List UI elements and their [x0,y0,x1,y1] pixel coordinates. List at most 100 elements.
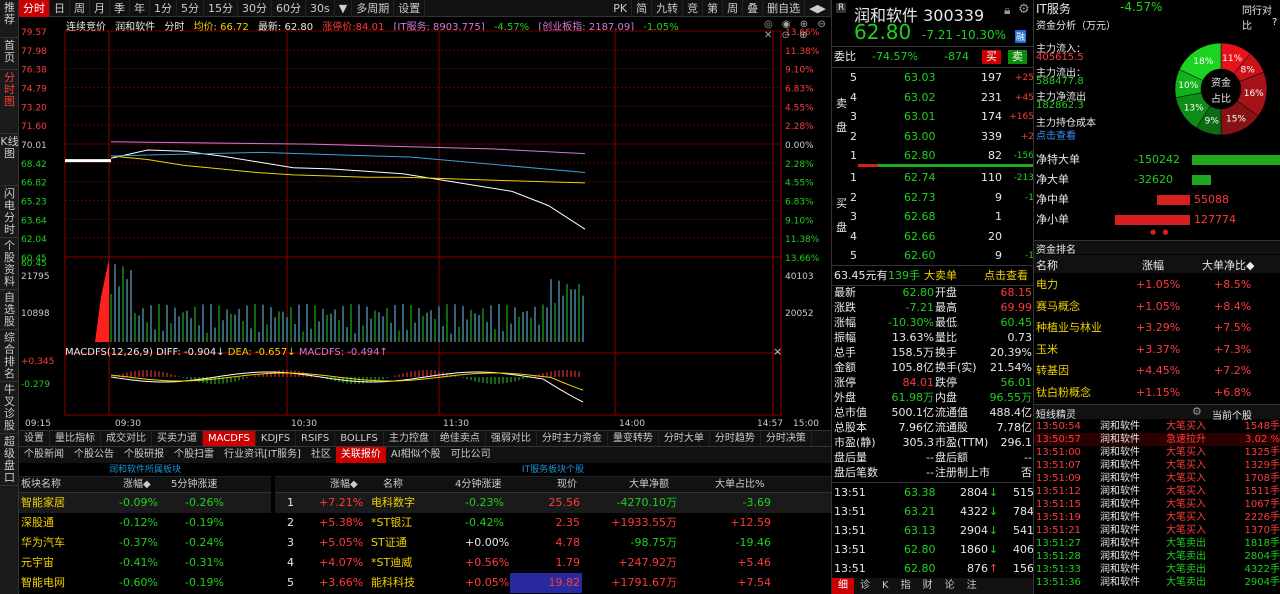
spirit-row[interactable]: 13:51:36 润和软件 大笔卖出 2904手 [1034,576,1280,589]
quote-bottom-tab[interactable]: 财 [917,578,939,594]
leftnav-item[interactable]: 分时图 [0,70,19,134]
info-tab[interactable]: 可比公司 [446,447,496,463]
leftnav-item[interactable]: 个股资料 [0,238,19,290]
period-tab[interactable]: 日 [50,0,70,17]
indicator-tab[interactable]: 分时决策 [761,431,812,446]
spirit-row[interactable]: 13:51:28 润和软件 大笔卖出 2804手 [1034,550,1280,563]
big-order-link[interactable]: 点击查看 [984,266,1028,286]
buy-level-row[interactable]: 2 62.73 9 -1 [832,188,1034,208]
spirit-row[interactable]: 13:51:00 润和软件 大笔买入 1325手 [1034,446,1280,459]
pager-dots[interactable]: ● ● [1150,228,1170,236]
indicator-tab[interactable]: 成交对比 [101,431,152,446]
chart-canvas[interactable]: 79.57 13.66% 77.98 11.38% 76.38 9.10% 74.79 6.8… [19,17,831,430]
stock-col-speed[interactable]: 4分钟涨速 [455,477,501,493]
toolbar-right-item[interactable]: PK [609,0,633,17]
buy-level-row[interactable]: 1 62.74 110 -213 [832,168,1034,188]
sell-level-row[interactable]: 4 63.02 231 +45 [832,88,1034,108]
leftnav-item[interactable]: 自选股 [0,290,19,330]
close-macd-icon[interactable]: × [773,345,782,358]
toolbar-right-item[interactable]: 简 [632,0,653,17]
info-tab[interactable]: 个股新闻 [19,447,69,463]
table-row[interactable]: 4 +4.07% *ST迪威 +0.56% 1.79 +247.92万 +5.46 [275,553,831,573]
quote-bottom-tab[interactable]: 论 [939,578,961,594]
period-tab[interactable]: 多周期 [352,0,395,17]
period-tab[interactable]: 季 [110,0,130,17]
buy-level-row[interactable]: 3 62.68 1 [832,207,1034,227]
leftnav-item[interactable]: 推荐 [0,0,19,38]
indicator-tab[interactable]: 强弱对比 [486,431,537,446]
info-tab[interactable]: 个股公告 [69,447,119,463]
stock-col-ratio[interactable]: 大单占比% [715,477,765,493]
quote-bottom-tab[interactable]: 细 [832,578,854,594]
spirit-settings-icon[interactable]: ⚙ [1192,405,1202,418]
spirit-row[interactable]: 13:51:12 润和软件 大笔买入 1511手 [1034,485,1280,498]
leftnav-item[interactable]: 超级盘口 [0,434,19,486]
table-row[interactable]: 5 +3.66% 能科科技 +0.05% 19.82 +1791.67万 +7.54 [275,573,831,593]
toolbar-right-item[interactable]: 叠 [743,0,764,17]
period-tab[interactable]: 30s [306,0,335,17]
table-row[interactable]: 智能家居 -0.09% -0.26% [19,493,271,513]
period-tab[interactable]: 1分 [150,0,177,17]
info-tab[interactable]: 关联报价 [335,447,386,463]
spirit-row[interactable]: 13:51:09 润和软件 大笔买入 1708手 [1034,472,1280,485]
table-row[interactable]: 深股通 -0.12% -0.19% [19,513,271,533]
indicator-tab[interactable]: 分时大单 [659,431,710,446]
period-tab[interactable]: 分时 [19,0,50,17]
leftnav-item[interactable]: 综合排名 [0,330,19,382]
period-tab[interactable]: 30分 [238,0,272,17]
rank-row[interactable]: 转基因 +4.45% +7.2% [1034,360,1280,381]
spirit-row[interactable]: 13:51:19 润和软件 大笔买入 2226手 [1034,511,1280,524]
rank-row[interactable]: 钛白粉概念 +1.15% +6.8% [1034,382,1280,403]
sell-level-row[interactable]: 5 63.03 197 +25 [832,68,1034,88]
indicator-tab[interactable]: 量比指标 [50,431,101,446]
help-icon[interactable]: ? [1272,17,1277,28]
spirit-row[interactable]: 13:51:07 润和软件 大笔买入 1329手 [1034,459,1280,472]
indicator-tab[interactable]: 量变转势 [608,431,659,446]
buy-level-row[interactable]: 5 62.60 9 -1 [832,246,1034,266]
info-tab[interactable]: 社区 [306,447,336,463]
sell-level-row[interactable]: 3 63.01 174 +165 [832,107,1034,127]
period-tab[interactable]: 月 [90,0,110,17]
info-tab[interactable]: 行业资讯[IT服务] [219,447,306,463]
stock-col-chg[interactable]: 涨幅◆ [330,477,358,493]
period-tab[interactable]: 5分 [177,0,204,17]
stock-col-net[interactable]: 大单净额 [629,477,669,493]
indicator-tab[interactable]: 设置 [19,431,50,446]
chart-tool-icons[interactable]: ◎ ◉ ⊕ ⊖ ✕ ⊙ ⊕ [764,19,831,41]
period-tab[interactable]: 年 [130,0,150,17]
sector-col-name[interactable]: 板块名称 [21,477,61,493]
rank-row[interactable]: 种植业与林业 +3.29% +7.5% [1034,317,1280,338]
rank-col-chg[interactable]: 涨幅 [1142,257,1164,273]
table-row[interactable]: 3 +5.05% ST证通 +0.00% 4.78 -98.75万 -19.46 [275,533,831,553]
buy-level-row[interactable]: 4 62.66 20 [832,227,1034,247]
rank-col-name[interactable]: 名称 [1036,257,1058,273]
spirit-row[interactable]: 13:50:57 润和软件 急速拉升 3.02 % [1034,433,1280,446]
sell-level-row[interactable]: 2 63.00 339 +2 [832,127,1034,147]
indicator-tab[interactable]: 分时趋势 [710,431,761,446]
indicator-tab[interactable]: 买卖力道 [152,431,203,446]
stock-col-name[interactable]: 名称 [383,477,403,493]
leftnav-item[interactable]: 牛叉诊股 [0,382,19,434]
spirit-row[interactable]: 13:51:27 润和软件 大笔卖出 1818手 [1034,537,1280,550]
table-row[interactable]: 华为汽车 -0.37% -0.24% [19,533,271,553]
indicator-tab[interactable]: 绝佳卖点 [435,431,486,446]
indicator-tab[interactable]: 分时主力资金 [537,431,608,446]
table-row[interactable]: 元宇宙 -0.41% -0.31% [19,553,271,573]
sector-col-chg[interactable]: 涨幅◆ [123,477,151,493]
info-tab[interactable]: AI相似个股 [386,447,446,463]
sector-col-speed[interactable]: 5分钟涨速 [171,477,217,493]
buy-button[interactable]: 买 [982,50,1001,64]
spirit-row[interactable]: 13:51:33 润和软件 大笔卖出 4322手 [1034,563,1280,576]
indicator-tab[interactable]: RSIFS [296,431,336,446]
lock-icon[interactable]: 🔒︎ [1004,3,1010,18]
toolbar-right-item[interactable]: ◀▶ [805,0,831,17]
toolbar-right-item[interactable]: 删自选 [763,0,806,17]
stock-col-price[interactable]: 现价 [557,477,577,493]
sector-name[interactable]: IT服务 [1036,0,1071,17]
toolbar-right-item[interactable]: 竞 [683,0,704,17]
leftnav-item[interactable]: 首页 [0,38,19,70]
quote-bottom-tab[interactable]: K [876,578,895,594]
gear-icon[interactable]: ⚙ [1018,2,1030,17]
period-tab[interactable]: ▼ [335,0,353,17]
sell-button[interactable]: 卖 [1008,50,1027,64]
